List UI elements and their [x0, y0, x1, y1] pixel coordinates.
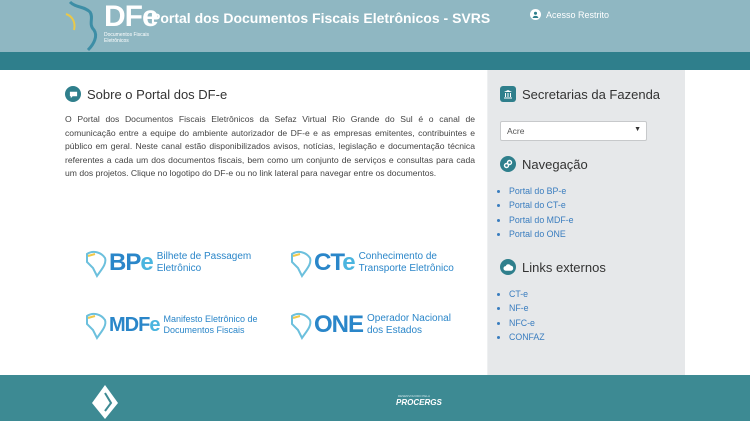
cte-abbr: CTe — [314, 249, 356, 276]
about-heading: Sobre o Portal dos DF-e — [65, 86, 227, 102]
link-icon — [500, 156, 516, 172]
mdfe-description: Manifesto Eletrônico de Documentos Fiscai… — [163, 314, 258, 335]
main-content: Sobre o Portal dos DF-e O Portal dos Doc… — [55, 70, 487, 375]
one-logo-link[interactable]: ONE Operador Nacional dos Estados — [290, 310, 451, 340]
navegacao-list: Portal do BP-e Portal do CT-e Portal do … — [509, 184, 574, 241]
state-select-value: Acre — [507, 126, 525, 136]
secretarias-heading: Secretarias da Fazenda — [500, 86, 660, 102]
user-icon — [530, 9, 541, 20]
navegacao-heading-text: Navegação — [522, 156, 588, 172]
nav-item-cte[interactable]: Portal do CT-e — [509, 198, 574, 212]
links-list: CT-e NF-e NFC-e CONFAZ — [509, 287, 545, 344]
links-heading-text: Links externos — [522, 259, 606, 275]
brazil-map-icon — [291, 250, 312, 278]
left-gutter — [0, 70, 55, 375]
site-header: DFe Documentos Fiscais Eletrônicos Porta… — [0, 0, 750, 52]
links-heading: Links externos — [500, 259, 606, 275]
brazil-map-icon — [86, 250, 107, 278]
rs-government-logo — [92, 385, 118, 419]
bpe-logo-link[interactable]: BPe Bilhete de Passagem Eletrônico — [85, 248, 251, 278]
bank-icon — [500, 86, 516, 102]
cte-description: Conhecimento de Transporte Eletrônico — [358, 251, 454, 274]
about-heading-text: Sobre o Portal dos DF-e — [87, 86, 228, 102]
link-item-nfce[interactable]: NFC-e — [509, 316, 545, 330]
brazil-map-icon — [65, 0, 98, 52]
site-footer — [0, 375, 750, 421]
secretarias-heading-text: Secretarias da Fazenda — [522, 86, 661, 102]
bpe-abbr: BPe — [109, 249, 154, 276]
state-select[interactable]: Acre ▼ — [500, 121, 647, 141]
right-gutter — [685, 70, 750, 375]
brazil-map-icon — [86, 312, 107, 340]
nav-item-mdfe[interactable]: Portal do MDF-e — [509, 213, 574, 227]
navegacao-heading: Navegação — [500, 156, 588, 172]
sidebar: Secretarias da Fazenda Acre ▼ Navegação … — [488, 70, 685, 375]
chevron-down-icon: ▼ — [634, 126, 641, 133]
mdfe-logo-link[interactable]: MDFe Manifesto Eletrônico de Documentos F… — [85, 310, 258, 340]
cte-logo-link[interactable]: CTe Conhecimento de Transporte Eletrônico — [290, 248, 454, 278]
dfe-logo[interactable]: DFe Documentos Fiscais Eletrônicos — [64, 0, 159, 52]
restricted-access-label: Acesso Restrito — [546, 9, 610, 20]
brazil-map-icon — [291, 312, 312, 340]
logo-subtitle: Documentos Fiscais Eletrônicos — [104, 32, 150, 44]
one-description: Operador Nacional dos Estados — [367, 313, 451, 336]
one-abbr: ONE — [314, 311, 364, 338]
restricted-access-link[interactable]: Acesso Restrito — [530, 9, 609, 20]
header-bar — [0, 52, 750, 70]
cloud-icon — [500, 259, 516, 275]
about-text: O Portal dos Documentos Fiscais Eletrôni… — [65, 114, 475, 179]
page-title: Portal dos Documentos Fiscais Eletrônico… — [151, 10, 491, 26]
link-item-cte[interactable]: CT-e — [509, 287, 545, 301]
mdfe-abbr: MDFe — [109, 313, 160, 336]
link-item-nfe[interactable]: NF-e — [509, 301, 545, 315]
nav-item-one[interactable]: Portal do ONE — [509, 227, 574, 241]
procergs-logo: PROCERGS — [396, 398, 442, 407]
nav-item-bpe[interactable]: Portal do BP-e — [509, 184, 574, 198]
comment-icon — [65, 86, 81, 102]
bpe-description: Bilhete de Passagem Eletrônico — [156, 251, 252, 274]
link-item-confaz[interactable]: CONFAZ — [509, 330, 545, 344]
logo-text: DFe — [104, 0, 159, 33]
